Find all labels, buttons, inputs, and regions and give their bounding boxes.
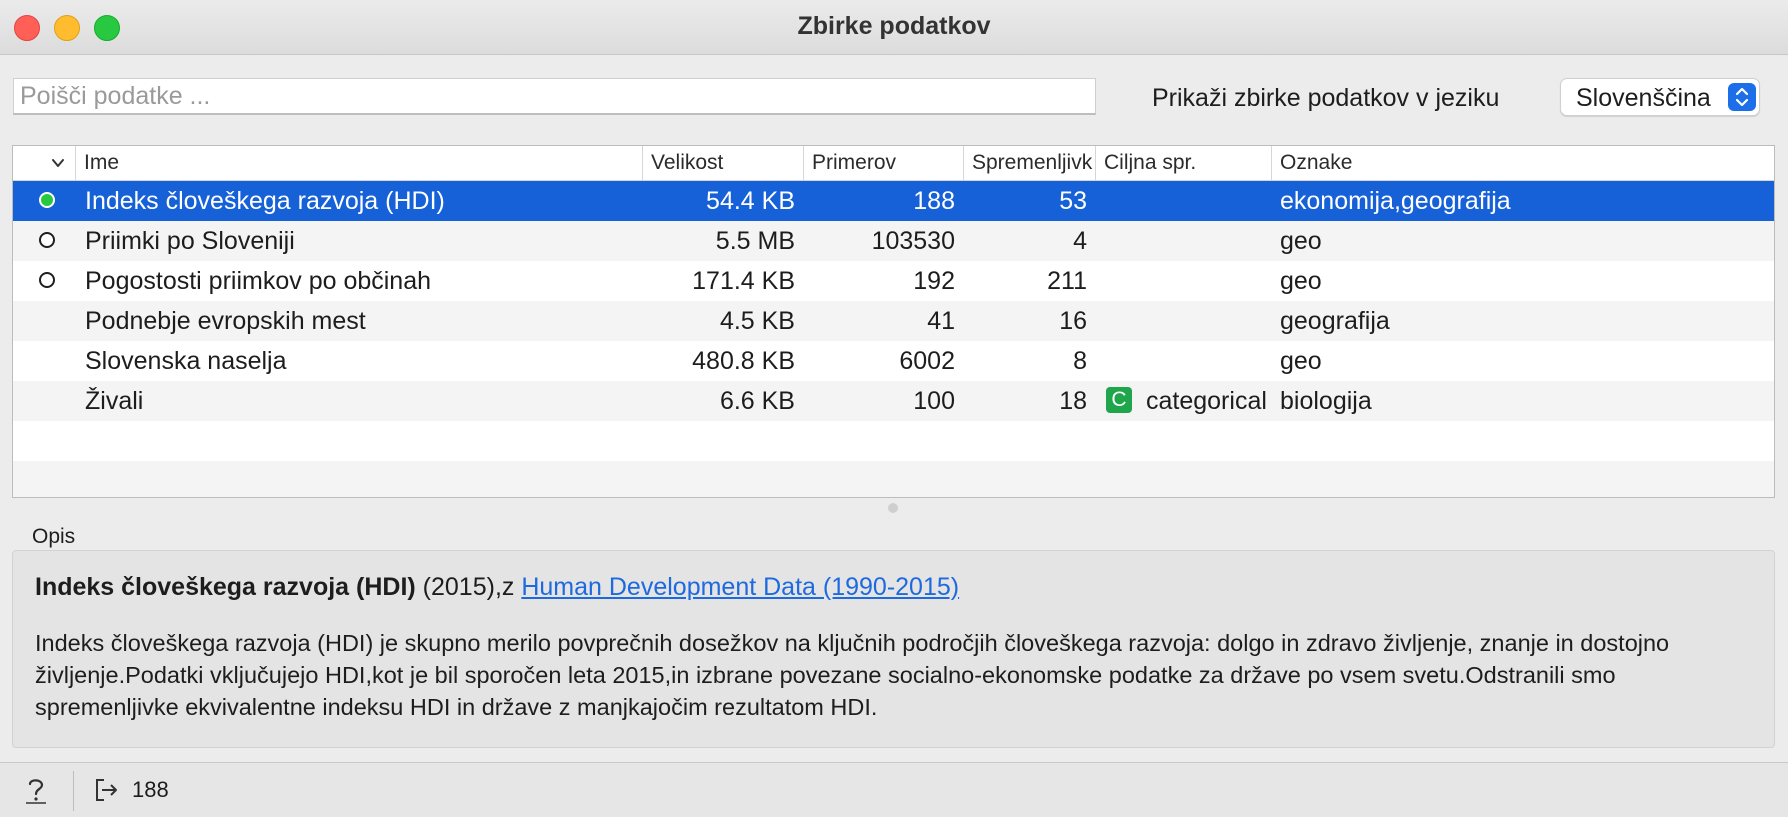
- dataset-variables: 8: [1073, 347, 1087, 375]
- downloaded-status-icon: [39, 272, 55, 288]
- table-row[interactable]: Slovenska naselja 480.8 KB 6002 8 geo: [13, 341, 1774, 381]
- dataset-tags: geografija: [1280, 307, 1390, 335]
- description-title: Indeks človeškega razvoja (HDI): [35, 573, 416, 601]
- dataset-tags: geo: [1280, 227, 1322, 255]
- categorical-badge: C: [1106, 387, 1132, 414]
- description-label: Opis: [32, 525, 76, 548]
- dataset-instances: 41: [927, 307, 955, 335]
- title-bar: Zbirke podatkov: [0, 0, 1788, 55]
- dataset-tags: ekonomija,geografija: [1280, 187, 1511, 215]
- dataset-size: 54.4 KB: [706, 187, 795, 215]
- language-select[interactable]: Slovenščina: [1560, 78, 1760, 116]
- dataset-size: 4.5 KB: [719, 307, 795, 335]
- dataset-instances: 188: [913, 187, 955, 215]
- empty-row: [13, 461, 1774, 497]
- empty-row: [13, 421, 1774, 461]
- dataset-name: Živali: [85, 387, 144, 415]
- dataset-variables: 18: [1059, 387, 1087, 415]
- language-selected-value: Slovenščina: [1576, 84, 1711, 112]
- window-title: Zbirke podatkov: [797, 12, 991, 40]
- dataset-tags: geo: [1280, 347, 1322, 375]
- status-bar: 188: [0, 762, 1788, 817]
- output-count: 188: [132, 777, 169, 802]
- question-mark-icon[interactable]: [22, 775, 50, 805]
- dataset-target: [1106, 301, 1271, 341]
- status-divider: [73, 771, 74, 811]
- dataset-variables: 211: [1047, 267, 1087, 295]
- source-link[interactable]: Human Development Data (1990-2015): [521, 573, 959, 601]
- dataset-variables: 16: [1059, 307, 1087, 335]
- dataset-tags: geo: [1280, 267, 1322, 295]
- dataset-instances: 100: [913, 387, 955, 415]
- description-year-source: (2015),z: [422, 573, 515, 601]
- splitter-handle[interactable]: [888, 503, 898, 513]
- language-label: Prikaži zbirke podatkov v jeziku: [1152, 84, 1500, 112]
- table-row[interactable]: Podnebje evropskih mest 4.5 KB 41 16 geo…: [13, 301, 1774, 341]
- dataset-target: [1106, 221, 1271, 261]
- output-arrow-icon: [94, 777, 120, 803]
- dataset-target: [1106, 181, 1271, 221]
- downloaded-status-icon: [39, 232, 55, 248]
- column-header-ime[interactable]: Ime: [75, 146, 642, 180]
- dataset-size: 171.4 KB: [692, 267, 795, 295]
- column-header-spremenljivk[interactable]: Spremenljivk: [963, 146, 1095, 180]
- dataset-size: 480.8 KB: [692, 347, 795, 375]
- table-row[interactable]: Indeks človeškega razvoja (HDI) 54.4 KB …: [13, 181, 1774, 221]
- dataset-variables: 4: [1073, 227, 1087, 255]
- downloaded-status-icon: [39, 192, 55, 208]
- dataset-name: Pogostosti priimkov po občinah: [85, 267, 432, 295]
- column-header-primerov[interactable]: Primerov: [803, 146, 963, 180]
- description-header: Indeks človeškega razvoja (HDI) (2015),z…: [35, 573, 959, 602]
- dataset-name: Podnebje evropskih mest: [85, 307, 366, 335]
- column-header-ciljna[interactable]: Ciljna spr.: [1095, 146, 1271, 180]
- datasets-table: Ime Velikost Primerov Spremenljivk Ciljn…: [12, 145, 1775, 498]
- table-header: Ime Velikost Primerov Spremenljivk Ciljn…: [13, 146, 1774, 181]
- search-input[interactable]: [13, 78, 1096, 115]
- column-header-velikost[interactable]: Velikost: [642, 146, 803, 180]
- dataset-name: Slovenska naselja: [85, 347, 287, 375]
- table-row[interactable]: Pogostosti priimkov po občinah 171.4 KB …: [13, 261, 1774, 301]
- dataset-instances: 192: [913, 267, 955, 295]
- dataset-variables: 53: [1059, 187, 1087, 215]
- dataset-target: Ccategorical: [1106, 381, 1271, 421]
- dataset-instances: 103530: [871, 227, 955, 255]
- description-text: Indeks človeškega razvoja (HDI) je skupn…: [35, 630, 1670, 720]
- dataset-tags: biologija: [1280, 387, 1372, 415]
- table-row[interactable]: Živali 6.6 KB 100 18 Ccategorical biolog…: [13, 381, 1774, 421]
- dataset-target-label: categorical: [1146, 387, 1267, 415]
- column-header-oznake[interactable]: Oznake: [1271, 146, 1774, 180]
- dataset-target: [1106, 261, 1271, 301]
- dataset-size: 5.5 MB: [715, 227, 795, 255]
- dataset-size: 6.6 KB: [719, 387, 795, 415]
- description-box: Indeks človeškega razvoja (HDI) (2015),z…: [12, 550, 1775, 748]
- select-stepper-icon: [1728, 83, 1756, 111]
- chevron-down-icon: [51, 156, 65, 175]
- dataset-name: Priimki po Sloveniji: [85, 227, 295, 255]
- dataset-name: Indeks človeškega razvoja (HDI): [85, 187, 445, 215]
- dataset-target: [1106, 341, 1271, 381]
- table-row[interactable]: Priimki po Sloveniji 5.5 MB 103530 4 geo: [13, 221, 1774, 261]
- dataset-instances: 6002: [899, 347, 955, 375]
